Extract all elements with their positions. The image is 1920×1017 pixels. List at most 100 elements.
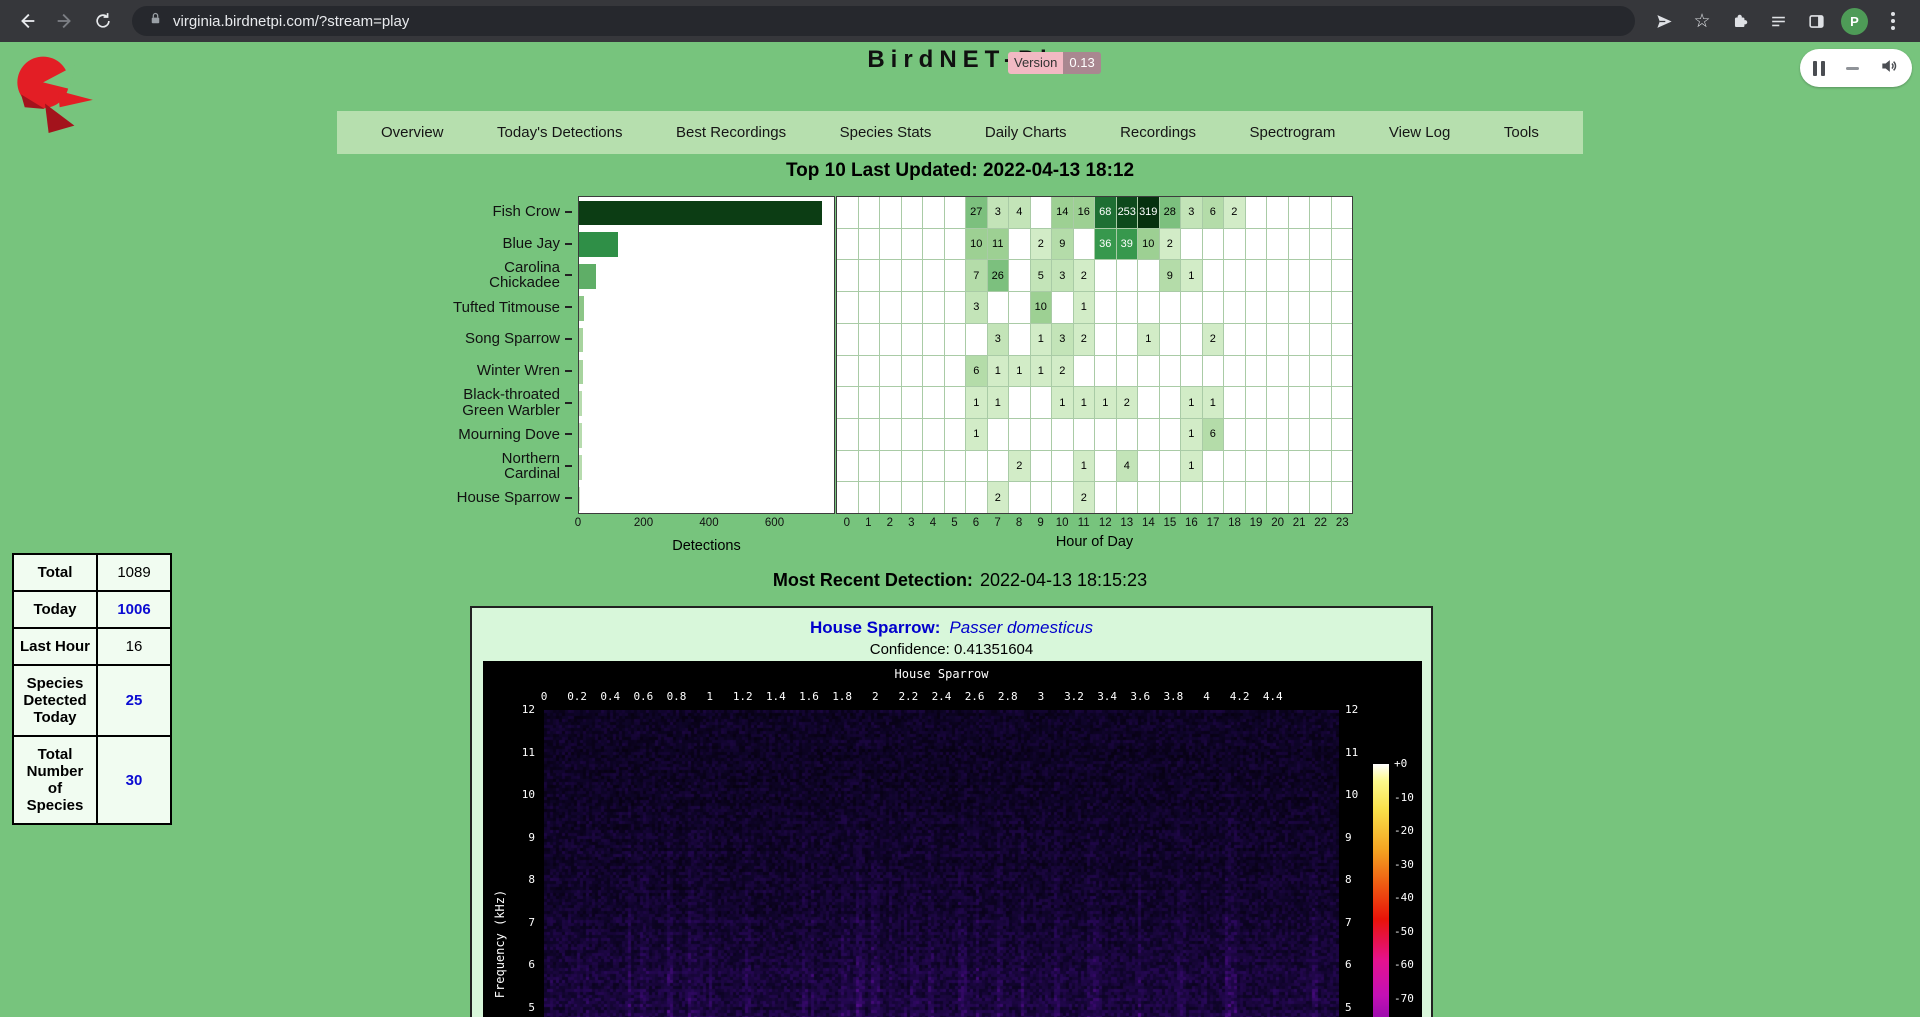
axis-tick [565, 211, 572, 213]
species-row: Black-throated Green Warbler [318, 387, 572, 419]
heatmap-cell [880, 451, 901, 482]
freq-tick: 12 [497, 703, 535, 716]
heatmap-cell [1203, 260, 1224, 291]
heatmap-cell [1009, 482, 1030, 513]
spectrogram: House Sparrow 00.20.40.60.811.21.41.61.8… [483, 661, 1422, 1017]
heatmap-cell: 7 [966, 260, 987, 291]
heatmap-cell: 2 [1074, 260, 1095, 291]
stat-value: 16 [97, 628, 171, 665]
page-title-row: BirdNET-Pi [0, 46, 1920, 74]
volume-icon[interactable] [1879, 56, 1899, 81]
freq-tick: 5 [497, 1001, 535, 1014]
detected-species-line: House Sparrow: Passer domesticus [472, 618, 1431, 638]
heatmap-cell [859, 292, 880, 323]
nav-item-spectrogram[interactable]: Spectrogram [1249, 124, 1335, 141]
nav-item-today-s-detections[interactable]: Today's Detections [497, 124, 622, 141]
detected-species-link[interactable]: House Sparrow: [810, 618, 940, 637]
stat-value-link[interactable]: 30 [97, 736, 171, 824]
heatmap-cell [1052, 482, 1073, 513]
nav-item-recordings[interactable]: Recordings [1120, 124, 1196, 141]
heatmap-cell [945, 451, 966, 482]
profile-avatar[interactable]: P [1841, 8, 1868, 35]
reload-icon[interactable] [86, 4, 120, 38]
heatmap-cell [880, 387, 901, 418]
heatmap-cell: 2 [1224, 197, 1245, 228]
time-tick: 3 [1038, 690, 1045, 703]
heatmap-cell [837, 229, 858, 260]
address-bar[interactable]: virginia.birdnetpi.com/?stream=play [132, 6, 1635, 36]
heatmap-cell [837, 324, 858, 355]
heatmap-cell [923, 197, 944, 228]
heatmap-cell: 1 [1052, 387, 1073, 418]
heatmap-cell [1310, 197, 1331, 228]
heatmap-cell [1117, 292, 1138, 323]
menu-dots-icon[interactable] [1876, 4, 1910, 38]
heatmap-cell [1009, 387, 1030, 418]
stat-value-link[interactable]: 1006 [97, 591, 171, 628]
seek-slider[interactable] [1846, 67, 1859, 70]
heatmap-cell [1203, 356, 1224, 387]
heatmap-cell: 6 [1203, 197, 1224, 228]
hour-tick: 9 [1030, 517, 1052, 529]
heatmap-cell [1267, 451, 1288, 482]
heatmap-cell: 2 [1074, 324, 1095, 355]
heatmap-cell [880, 324, 901, 355]
nav-item-daily-charts[interactable]: Daily Charts [985, 124, 1067, 141]
heatmap-cell [1246, 482, 1267, 513]
colorbar-tick: -10 [1394, 791, 1414, 804]
heatmap-cell: 1 [966, 419, 987, 450]
reading-list-icon[interactable] [1761, 4, 1795, 38]
heatmap-cell [1074, 356, 1095, 387]
pause-button[interactable] [1813, 61, 1825, 76]
forward-icon[interactable] [48, 4, 82, 38]
detections-bar [579, 455, 582, 480]
species-label: House Sparrow [457, 490, 560, 505]
heatmap-cell [1138, 260, 1159, 291]
axis-tick [565, 370, 572, 372]
stat-value-link[interactable]: 25 [97, 665, 171, 736]
heatmap-cell [945, 387, 966, 418]
nav-item-species-stats[interactable]: Species Stats [840, 124, 932, 141]
species-label: Carolina Chickadee [489, 260, 560, 291]
frequency-axis-label: Frequency (kHz) [493, 890, 507, 998]
species-row: Mourning Dove [318, 419, 572, 451]
colorbar-tick: -50 [1394, 925, 1414, 938]
hour-tick: 3 [901, 517, 923, 529]
heatmap-cell [988, 419, 1009, 450]
axis-tick [565, 274, 572, 276]
heatmap-cell: 1 [988, 356, 1009, 387]
send-to-devices-icon[interactable] [1647, 4, 1681, 38]
heatmap-cell [1289, 451, 1310, 482]
nav-item-view-log[interactable]: View Log [1389, 124, 1450, 141]
nav-item-overview[interactable]: Overview [381, 124, 444, 141]
heatmap-cell: 27 [966, 197, 987, 228]
heatmap-cell: 1 [1074, 451, 1095, 482]
bar-axis-tick: 0 [575, 517, 581, 529]
side-panel-icon[interactable] [1799, 4, 1833, 38]
heatmap-cell [859, 356, 880, 387]
heatmap-cell [902, 229, 923, 260]
nav-item-best-recordings[interactable]: Best Recordings [676, 124, 786, 141]
heatmap-cell [902, 356, 923, 387]
freq-tick: 8 [497, 873, 535, 886]
freq-tick: 7 [1345, 916, 1352, 929]
scientific-name-link[interactable]: Passer domesticus [949, 618, 1093, 637]
heatmap-cell: 2 [1009, 451, 1030, 482]
heatmap-cell: 3 [988, 324, 1009, 355]
hour-tick: 7 [987, 517, 1009, 529]
nav-item-tools[interactable]: Tools [1504, 124, 1539, 141]
bookmark-star-icon[interactable]: ☆ [1685, 4, 1719, 38]
species-label: Tufted Titmouse [453, 300, 560, 315]
heatmap-cell: 1 [1095, 387, 1116, 418]
bar-axis-tick: 600 [765, 517, 784, 529]
extensions-icon[interactable] [1723, 4, 1757, 38]
heatmap-cell: 1 [1009, 356, 1030, 387]
heatmap-cell [1332, 419, 1353, 450]
heatmap-cell: 2 [1203, 324, 1224, 355]
heatmap-cell: 3 [1052, 324, 1073, 355]
heatmap-cell [1332, 324, 1353, 355]
heatmap-cell: 1 [1181, 419, 1202, 450]
back-icon[interactable] [10, 4, 44, 38]
heatmap-cell [1009, 419, 1030, 450]
time-tick: 1.2 [733, 690, 753, 703]
